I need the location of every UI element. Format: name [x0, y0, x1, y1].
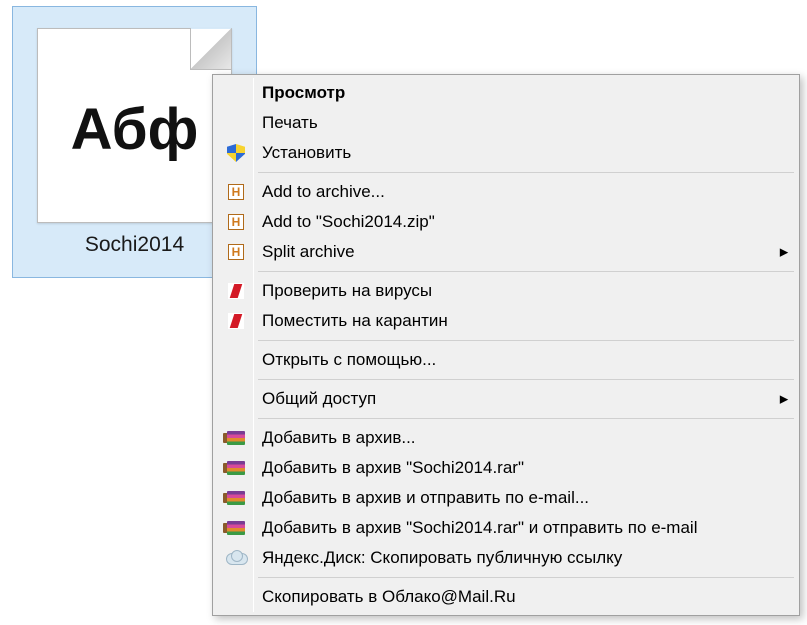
submenu-arrow-icon: ▸ [772, 242, 796, 262]
menu-item-rar-email[interactable]: Добавить в архив и отправить по e-mail..… [216, 483, 796, 513]
menu-item-add-archive[interactable]: H Add to archive... [216, 177, 796, 207]
winrar-icon [227, 491, 245, 505]
hamster-icon: H [228, 184, 244, 200]
menu-label: Проверить на вирусы [256, 281, 796, 301]
submenu-arrow-icon: ▸ [772, 389, 796, 409]
menu-separator [258, 577, 794, 578]
menu-label: Поместить на карантин [256, 311, 796, 331]
menu-separator [258, 172, 794, 173]
menu-item-install[interactable]: Установить [216, 138, 796, 168]
menu-item-preview[interactable]: Просмотр [216, 78, 796, 108]
shield-icon [227, 144, 245, 162]
menu-item-rar-named-email[interactable]: Добавить в архив "Sochi2014.rar" и отпра… [216, 513, 796, 543]
menu-separator [258, 379, 794, 380]
context-menu: Просмотр Печать Установить H Add to arch… [212, 74, 800, 616]
menu-label: Добавить в архив "Sochi2014.rar" и отпра… [256, 518, 796, 538]
menu-item-share[interactable]: Общий доступ ▸ [216, 384, 796, 414]
hamster-icon: H [228, 214, 244, 230]
menu-label: Добавить в архив и отправить по e-mail..… [256, 488, 796, 508]
file-thumbnail: Абф [37, 28, 232, 223]
menu-item-mailru-cloud[interactable]: Скопировать в Облако@Mail.Ru [216, 582, 796, 612]
hamster-icon: H [228, 244, 244, 260]
menu-item-add-zip[interactable]: H Add to "Sochi2014.zip" [216, 207, 796, 237]
menu-label: Скопировать в Облако@Mail.Ru [256, 587, 796, 607]
menu-item-virus-check[interactable]: Проверить на вирусы [216, 276, 796, 306]
menu-label: Add to "Sochi2014.zip" [256, 212, 796, 232]
menu-label: Add to archive... [256, 182, 796, 202]
menu-item-print[interactable]: Печать [216, 108, 796, 138]
menu-item-rar-add[interactable]: Добавить в архив... [216, 423, 796, 453]
menu-item-quarantine[interactable]: Поместить на карантин [216, 306, 796, 336]
file-label: Sochi2014 [85, 233, 184, 257]
menu-item-open-with[interactable]: Открыть с помощью... [216, 345, 796, 375]
menu-label: Установить [256, 143, 796, 163]
winrar-icon [227, 521, 245, 535]
menu-label: Печать [256, 113, 796, 133]
menu-item-rar-add-named[interactable]: Добавить в архив "Sochi2014.rar" [216, 453, 796, 483]
menu-separator [258, 340, 794, 341]
menu-label: Яндекс.Диск: Скопировать публичную ссылк… [256, 548, 796, 568]
file-thumbnail-text: Абф [71, 96, 199, 163]
menu-separator [258, 418, 794, 419]
menu-item-yandex-disk[interactable]: Яндекс.Диск: Скопировать публичную ссылк… [216, 543, 796, 573]
kaspersky-icon [228, 313, 244, 329]
menu-label: Просмотр [256, 83, 796, 103]
winrar-icon [227, 461, 245, 475]
menu-label: Split archive [256, 242, 772, 262]
menu-separator [258, 271, 794, 272]
menu-label: Добавить в архив... [256, 428, 796, 448]
winrar-icon [227, 431, 245, 445]
cloud-icon [226, 552, 246, 565]
kaspersky-icon [228, 283, 244, 299]
menu-label: Добавить в архив "Sochi2014.rar" [256, 458, 796, 478]
menu-label: Открыть с помощью... [256, 350, 796, 370]
menu-item-split-archive[interactable]: H Split archive ▸ [216, 237, 796, 267]
menu-label: Общий доступ [256, 389, 772, 409]
